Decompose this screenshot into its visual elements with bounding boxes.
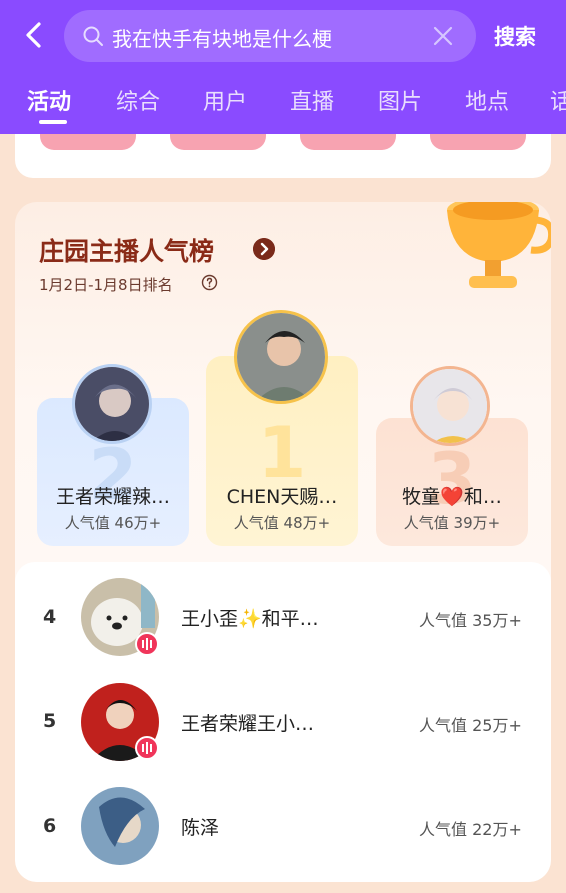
tab-more-partial[interactable]: 话 [550,84,566,116]
tab-places[interactable]: 地点 [465,84,509,116]
live-bars-icon [135,736,159,760]
tab-live[interactable]: 直播 [290,84,334,116]
tab-overall[interactable]: 综合 [116,84,160,116]
avatar[interactable] [234,310,328,404]
tab-bar: 活动 综合 用户 直播 图片 地点 话 [0,82,566,130]
card-pill[interactable] [300,134,396,150]
search-icon [83,26,103,46]
podium-popularity: 人气值 39万+ [403,514,501,532]
podium-popularity: 人气值 46万+ [64,514,162,532]
list-name[interactable]: 陈泽 [181,813,219,840]
tab-users[interactable]: 用户 [203,84,247,116]
ranking-date-range: 1月2日-1月8日排名 [39,276,173,294]
podium-name: 王者荣耀辣… [55,486,170,508]
list-popularity: 人气值 25万+ [419,716,522,735]
ranking-card: 庄园主播人气榜 1月2日-1月8日排名 2 王者荣耀辣… 人气值 46万+ 1 … [15,202,551,882]
podium-popularity: 人气值 48万+ [233,514,331,532]
top-header: 我在快手有块地是什么梗 搜索 活动 综合 用户 直播 图片 地点 话 [0,0,566,134]
podium-name: 牧童❤️和… [402,486,502,508]
search-button[interactable]: 搜索 [494,21,536,51]
card-pill[interactable] [430,134,526,150]
trophy-icon [447,202,551,288]
live-bars-icon [135,632,159,656]
list-rank: 6 [43,815,57,837]
chevron-right-icon[interactable] [253,238,275,260]
list-name[interactable]: 王者荣耀王小… [181,709,314,736]
card-pill[interactable] [40,134,136,150]
ranking-title[interactable]: 庄园主播人气榜 [39,232,214,268]
list-popularity: 人气值 22万+ [419,820,522,839]
tab-activity[interactable]: 活动 [27,84,71,116]
question-circle-icon[interactable] [201,274,218,291]
active-tab-indicator [39,120,67,124]
card-pill[interactable] [170,134,266,150]
list-rank: 5 [43,710,57,732]
avatar[interactable] [81,787,159,865]
avatar[interactable] [72,364,152,444]
list-name[interactable]: 王小歪✨和平… [181,604,319,631]
search-input[interactable]: 我在快手有块地是什么梗 [112,23,332,52]
back-icon[interactable] [20,20,50,50]
search-bar[interactable]: 我在快手有块地是什么梗 [64,10,476,62]
avatar[interactable] [410,366,490,446]
list-popularity: 人气值 35万+ [419,611,522,630]
tab-images[interactable]: 图片 [378,84,422,116]
close-icon[interactable] [432,25,454,47]
podium-name: CHEN天赐… [226,486,338,508]
list-rank: 4 [43,606,57,628]
